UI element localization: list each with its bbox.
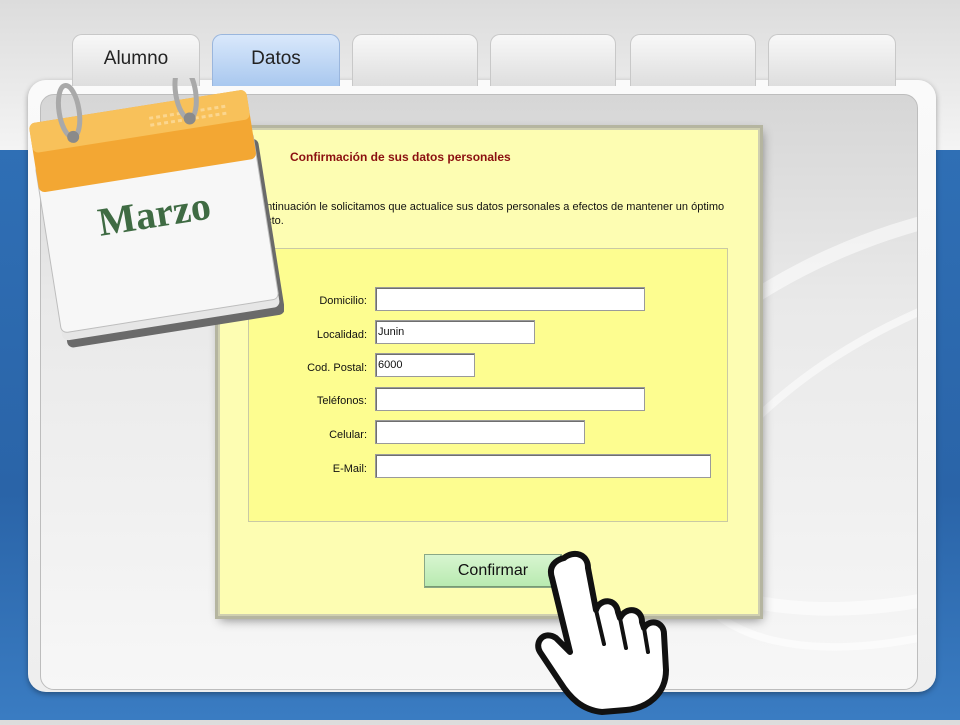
form-panel: Domicilio: Localidad: Cod. Postal: Teléf… — [248, 248, 728, 522]
instruction-line: acto. — [260, 215, 284, 227]
email-label: E-Mail: — [332, 463, 367, 475]
instruction-line: ontinuación le solicitamos que actualice… — [260, 201, 725, 213]
localidad-field[interactable] — [375, 320, 535, 344]
pointing-hand-icon — [530, 548, 690, 720]
celular-field[interactable] — [375, 420, 585, 444]
tab-empty-6[interactable] — [768, 34, 896, 86]
dialog-title: Confirmación de sus datos personales — [290, 150, 511, 164]
cod-postal-field[interactable] — [375, 353, 475, 377]
email-field[interactable] — [375, 454, 711, 478]
telefonos-label: Teléfonos: — [316, 395, 367, 407]
celular-label: Celular: — [329, 429, 367, 441]
tab-label: Alumno — [103, 48, 169, 69]
calendar-icon: Marzo — [14, 64, 285, 348]
tab-empty-3[interactable] — [352, 34, 478, 86]
tab-empty-4[interactable] — [490, 34, 616, 86]
tab-empty-5[interactable] — [630, 34, 756, 86]
personal-data-dialog: Confirmación de sus datos personales ont… — [218, 128, 760, 616]
domicilio-field[interactable] — [375, 287, 645, 311]
dialog-instructions: ontinuación le solicitamos que actualice… — [260, 200, 750, 228]
cod-postal-label: Cod. Postal: — [307, 362, 367, 374]
telefonos-field[interactable] — [375, 387, 645, 411]
tab-label: Datos — [251, 48, 301, 69]
